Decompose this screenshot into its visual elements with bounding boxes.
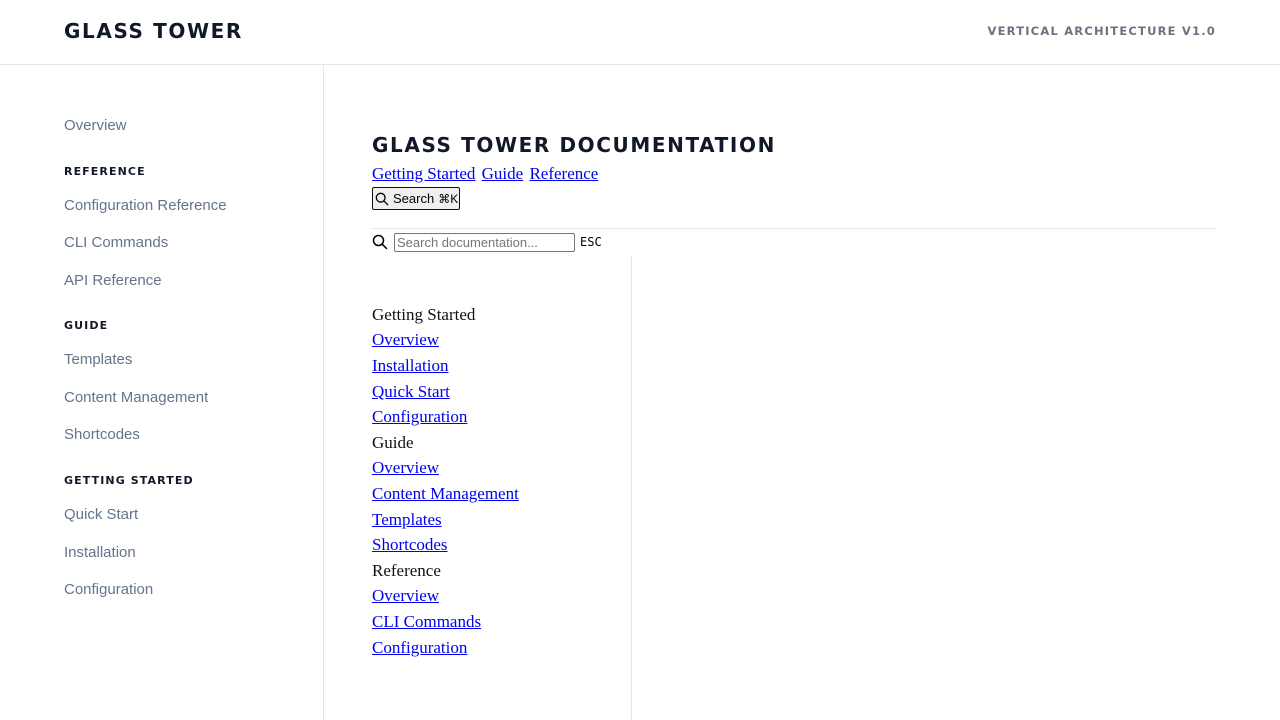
link-getting-started[interactable]: Getting Started [372, 164, 475, 183]
result-link-cli-commands[interactable]: CLI Commands [372, 612, 481, 632]
link-reference[interactable]: Reference [529, 164, 598, 183]
link-guide[interactable]: Guide [482, 164, 524, 183]
result-link-content-management[interactable]: Content Management [372, 484, 519, 504]
result-link-reference-overview[interactable]: Overview [372, 586, 439, 606]
results-group-reference: Reference [372, 561, 441, 580]
search-bar: ESC [372, 230, 602, 254]
sidebar-item-api-reference[interactable]: API Reference [64, 272, 162, 289]
search-icon [372, 234, 388, 250]
search-input[interactable] [394, 232, 575, 252]
top-bar: GLASS TOWER VERTICAL ARCHITECTURE V1.0 [0, 0, 1280, 65]
result-link-reference-configuration[interactable]: Configuration [372, 638, 467, 658]
result-link-overview[interactable]: Overview [372, 330, 439, 350]
divider [372, 228, 1216, 229]
results-group-getting-started: Getting Started [372, 305, 476, 324]
page-title: GLASS TOWER DOCUMENTATION [372, 133, 776, 157]
sidebar-item-templates[interactable]: Templates [64, 351, 132, 368]
sidebar: Overview REFERENCE Configuration Referen… [0, 65, 324, 720]
sidebar-item-overview[interactable]: Overview [64, 117, 127, 134]
sidebar-item-content-management[interactable]: Content Management [64, 389, 208, 406]
result-link-shortcodes[interactable]: Shortcodes [372, 535, 448, 555]
search-shortcut: ⌘K [438, 191, 459, 206]
esc-key-hint[interactable]: ESC [580, 235, 602, 249]
main-content: GLASS TOWER DOCUMENTATION Getting Starte… [372, 65, 1216, 720]
brand-logo-link[interactable]: GLASS TOWER [64, 19, 243, 43]
sidebar-item-configuration-reference[interactable]: Configuration Reference [64, 197, 227, 214]
sidebar-item-installation[interactable]: Installation [64, 544, 136, 561]
sidebar-item-quick-start[interactable]: Quick Start [64, 506, 138, 523]
search-results: Getting Started Overview Installation Qu… [372, 255, 632, 720]
sidebar-heading-getting-started: GETTING STARTED [64, 474, 194, 487]
sidebar-item-configuration[interactable]: Configuration [64, 581, 153, 598]
sidebar-item-cli-commands[interactable]: CLI Commands [64, 234, 168, 251]
sidebar-item-shortcodes[interactable]: Shortcodes [64, 426, 140, 443]
result-link-guide-overview[interactable]: Overview [372, 458, 439, 478]
results-group-guide: Guide [372, 433, 414, 452]
result-link-configuration[interactable]: Configuration [372, 407, 467, 427]
search-button[interactable]: Search ⌘K [372, 187, 461, 210]
result-link-templates[interactable]: Templates [372, 510, 442, 530]
version-label: VERTICAL ARCHITECTURE V1.0 [987, 24, 1216, 38]
sidebar-heading-reference: REFERENCE [64, 165, 146, 178]
search-icon [375, 192, 389, 205]
result-link-quick-start[interactable]: Quick Start [372, 382, 450, 402]
top-links: Getting Started Guide Reference [372, 164, 600, 184]
search-button-label: Search [393, 191, 435, 206]
sidebar-heading-guide: GUIDE [64, 319, 109, 332]
result-link-installation[interactable]: Installation [372, 356, 448, 376]
